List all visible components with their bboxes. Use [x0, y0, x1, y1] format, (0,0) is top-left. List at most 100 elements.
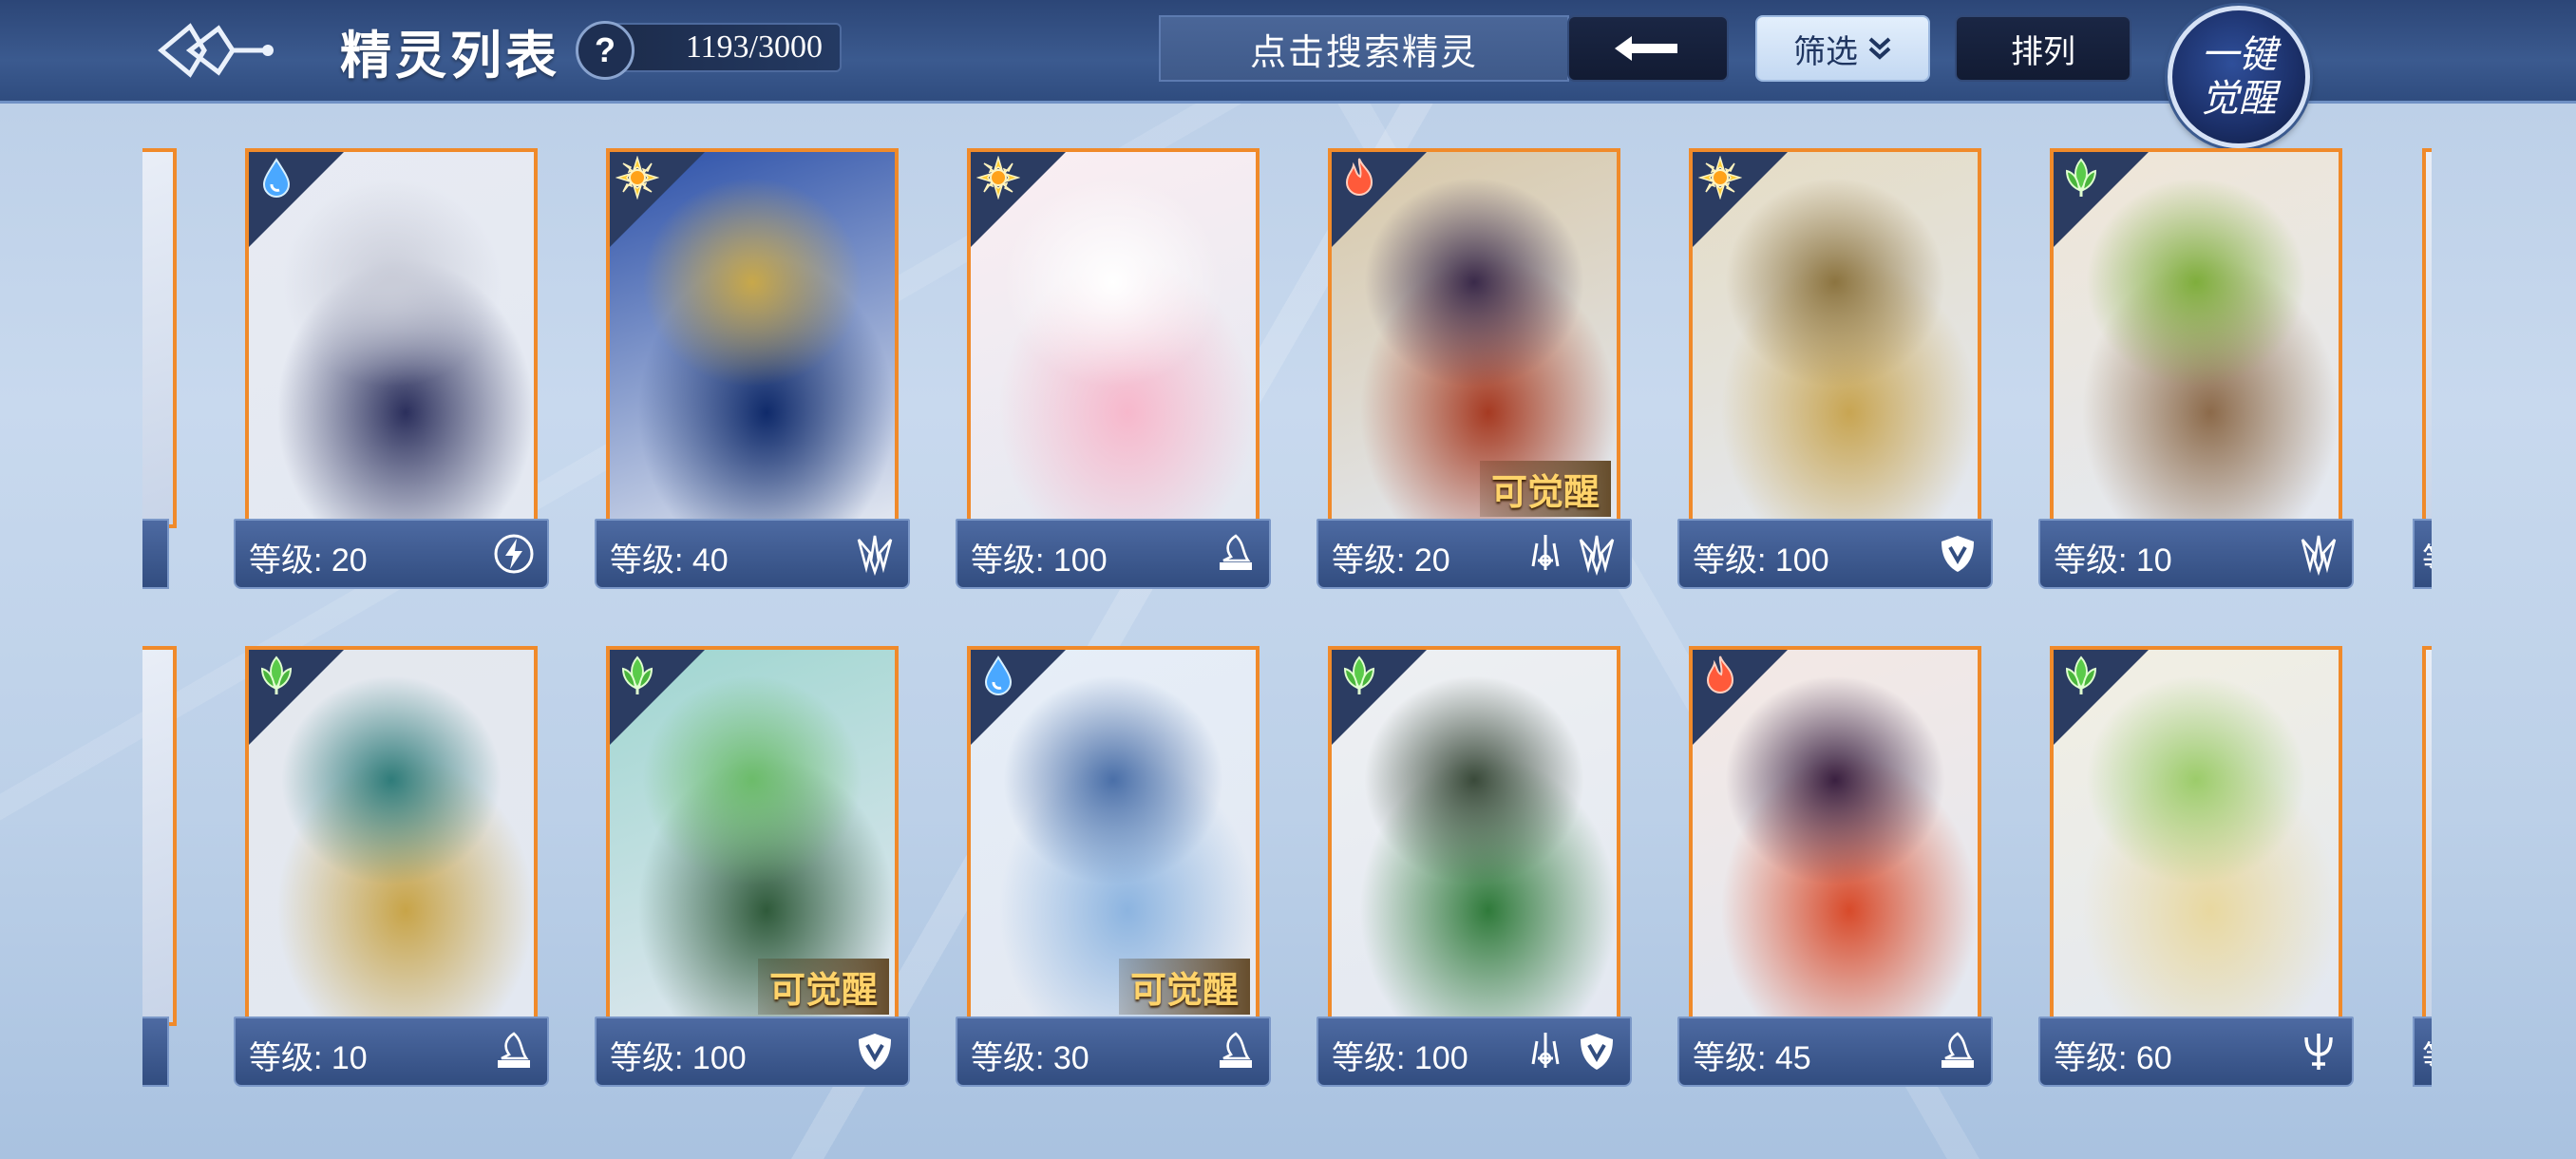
level-text: 等级: 60: [2054, 1040, 2172, 1076]
sprite-card[interactable]: 可觉醒 等级: 20: [1316, 142, 1632, 593]
edge-card-right[interactable]: 等: [2403, 142, 2432, 593]
class-icons: [1524, 1030, 1619, 1074]
filter-button[interactable]: 筛选: [1755, 15, 1930, 82]
class-icons: [853, 532, 897, 576]
element-water-icon: [255, 156, 298, 200]
sprite-card[interactable]: 可觉醒 等级: 100: [595, 640, 910, 1091]
filter-label: 筛选: [1793, 33, 1858, 70]
awaken-available-tag: 可觉醒: [757, 959, 889, 1015]
element-fire-icon: [1337, 156, 1381, 200]
card-portrait-frame: 可觉醒: [606, 646, 899, 1026]
sprite-card[interactable]: 等级: 100: [956, 142, 1271, 593]
book-icon: [498, 1032, 530, 1068]
level-text: 等级: 100: [971, 542, 1108, 579]
level-bar: 等级: 10: [2038, 519, 2354, 589]
edge-card-left[interactable]: [142, 640, 180, 1091]
level-bar: 等级: 30: [956, 1016, 1271, 1087]
level-bar: 等级: 10: [234, 1016, 549, 1087]
element-sun-icon: [975, 155, 1021, 200]
sprite-card[interactable]: 等级: 20: [234, 142, 549, 593]
sprite-card[interactable]: 等级: 40: [595, 142, 910, 593]
page-title: 精灵列表: [340, 28, 560, 85]
card-portrait-frame: [967, 148, 1260, 528]
sprite-card[interactable]: 等级: 60: [2038, 640, 2354, 1091]
card-portrait-frame: 可觉醒: [967, 646, 1260, 1026]
element-sun-icon: [1697, 155, 1743, 200]
card-portrait-frame: 可觉醒: [1328, 148, 1620, 528]
level-text: 等级: 20: [249, 542, 368, 579]
sprite-card[interactable]: 等级: 10: [234, 640, 549, 1091]
awaken-available-tag: 可觉醒: [1118, 959, 1250, 1015]
sword-icon: [1531, 535, 1560, 570]
sprite-card[interactable]: 等级: 100: [1677, 142, 1993, 593]
level-bar: 等级: 20: [1316, 519, 1632, 589]
class-icons: [1524, 532, 1619, 576]
sprite-card[interactable]: 可觉醒 等级: 30: [956, 640, 1271, 1091]
level-bar: 等级: 100: [1316, 1016, 1632, 1087]
sprite-card[interactable]: 等级: 10: [2038, 142, 2354, 593]
awaken-available-tag: 可觉醒: [1479, 461, 1611, 517]
class-icons: [492, 1030, 536, 1074]
level-text: 等级: 20: [1332, 542, 1450, 579]
search-input[interactable]: 点击搜索精灵: [1159, 15, 1569, 82]
card-portrait-frame: [1328, 646, 1620, 1026]
level-bar: 等级: 60: [2038, 1016, 2354, 1087]
element-water-icon: [976, 654, 1020, 697]
claw-icon: [1579, 535, 1615, 576]
card-portrait-frame: [245, 148, 538, 528]
card-portrait-frame: [245, 646, 538, 1026]
element-leaf-icon: [1337, 654, 1381, 697]
level-bar: 等级: 100: [956, 519, 1271, 589]
level-text: 等级: 100: [610, 1040, 747, 1076]
element-leaf-icon: [2059, 654, 2103, 697]
level-bar: 等级: 20: [234, 519, 549, 589]
element-leaf-icon: [255, 654, 298, 697]
edge-card-right[interactable]: 等: [2403, 640, 2432, 1091]
claw-icon: [857, 535, 893, 576]
card-frame: [142, 148, 177, 528]
level-text: 等级: 10: [249, 1040, 368, 1076]
awaken-button-line1: 一键: [2201, 33, 2277, 76]
card-portrait-frame: [2050, 646, 2342, 1026]
card-frame: [2422, 646, 2432, 1026]
level-text: 等级: 100: [1332, 1040, 1468, 1076]
trident-icon: [2304, 1034, 2333, 1070]
book-icon: [1220, 1032, 1252, 1068]
class-icons: [1936, 532, 1979, 576]
class-icons: [1214, 1030, 1258, 1074]
level-bar: 等: [2413, 1016, 2432, 1087]
sprite-card[interactable]: 等级: 100: [1316, 640, 1632, 1091]
claw-icon: [2301, 535, 2337, 576]
class-icons: [2297, 532, 2340, 576]
card-portrait-frame: [1689, 646, 1981, 1026]
card-portrait-frame: [1689, 148, 1981, 528]
sprite-card[interactable]: 等级: 45: [1677, 640, 1993, 1091]
sort-button[interactable]: 排列: [1955, 15, 2131, 82]
class-icons: [1936, 1030, 1979, 1074]
edge-card-left[interactable]: [142, 142, 180, 593]
level-text: 等级: 45: [1693, 1040, 1811, 1076]
level-bar: 等级: 40: [595, 519, 910, 589]
level-bar: [142, 1016, 169, 1087]
level-text: 等级: 30: [971, 1040, 1089, 1076]
arrow-left-icon: [1615, 36, 1677, 61]
sprite-count: 1193/3000: [600, 23, 842, 72]
class-icons: [492, 532, 536, 576]
level-text: 等级: 100: [1693, 542, 1829, 579]
sprite-grid[interactable]: 等 等 等级: 20等级: 40等级: 100可觉醒等级: 20等级: 100等…: [142, 142, 2432, 1092]
element-leaf-icon: [2059, 156, 2103, 200]
book-icon: [1941, 1032, 1974, 1068]
level-bar: 等: [2413, 519, 2432, 589]
back-button[interactable]: [1567, 15, 1729, 82]
help-button[interactable]: ?: [576, 21, 635, 80]
level-text-partial: 等: [2422, 534, 2432, 580]
card-portrait-frame: [606, 148, 899, 528]
card-frame: [142, 646, 177, 1026]
one-click-awaken-button[interactable]: 一键 觉醒: [2168, 6, 2310, 148]
shield-icon: [1941, 536, 1974, 572]
class-icons: [2297, 1030, 2340, 1074]
level-text: 等级: 40: [610, 542, 729, 579]
awaken-button-line2: 觉醒: [2201, 77, 2277, 120]
class-icons: [853, 1030, 897, 1074]
level-text: 等级: 10: [2054, 542, 2172, 579]
